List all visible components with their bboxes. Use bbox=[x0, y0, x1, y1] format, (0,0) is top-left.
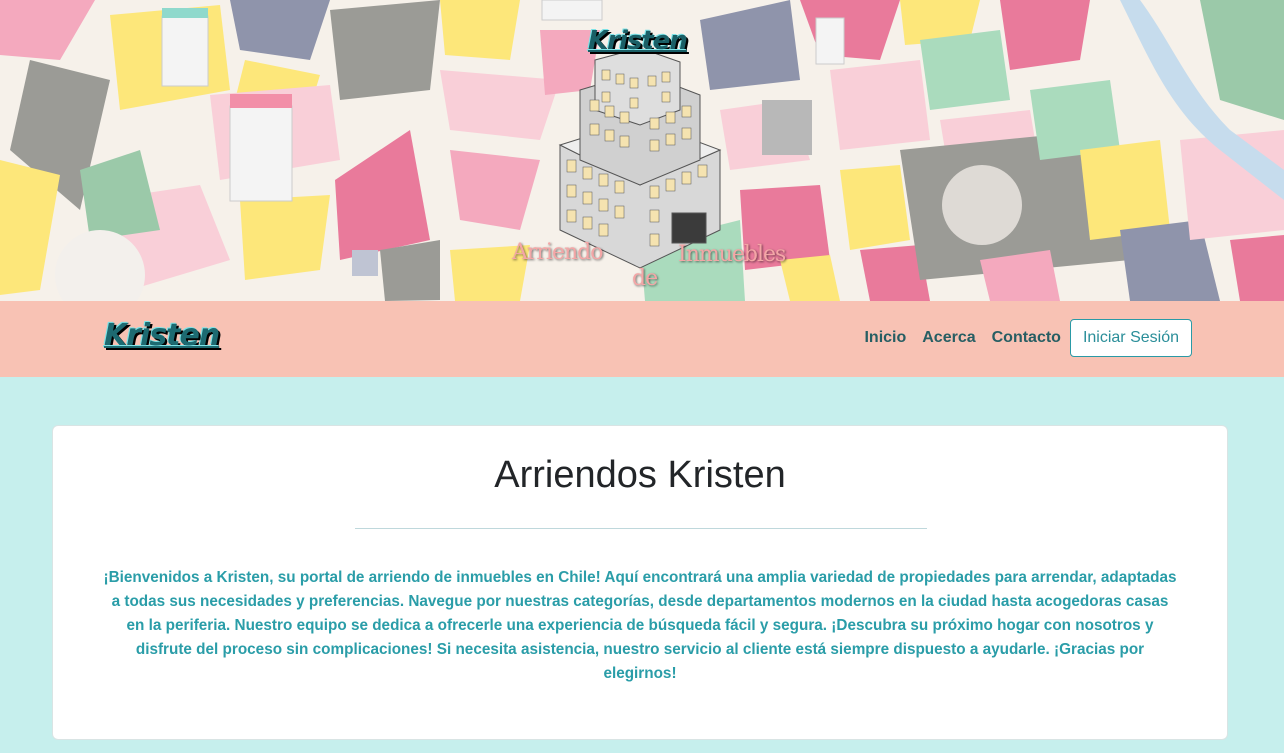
nav-link-acerca[interactable]: Acerca bbox=[914, 329, 983, 347]
nav-link-contacto[interactable]: Contacto bbox=[984, 329, 1069, 347]
page-title: Arriendos Kristen bbox=[494, 454, 786, 496]
title-divider bbox=[355, 528, 927, 529]
navbar-brand-logo[interactable]: Kristen bbox=[104, 318, 220, 353]
nav-link-inicio[interactable]: Inicio bbox=[856, 329, 914, 347]
hero-logo: Kristen bbox=[588, 26, 688, 56]
nav-links: Inicio Acerca Contacto Iniciar Sesión bbox=[856, 319, 1192, 357]
hero-banner: Kristen Arriendo de Inmuebles bbox=[0, 0, 1284, 301]
welcome-card: Arriendos Kristen ¡Bienvenidos a Kristen… bbox=[52, 425, 1228, 740]
hero-tagline-de: de bbox=[632, 266, 658, 291]
navbar: Kristen Inicio Acerca Contacto Iniciar S… bbox=[0, 301, 1284, 377]
hero-tagline-arriendo: Arriendo bbox=[512, 240, 603, 265]
login-button[interactable]: Iniciar Sesión bbox=[1069, 319, 1192, 357]
welcome-paragraph: ¡Bienvenidos a Kristen, su portal de arr… bbox=[103, 569, 1177, 682]
hero-tagline-inmuebles: Inmuebles bbox=[678, 242, 786, 267]
